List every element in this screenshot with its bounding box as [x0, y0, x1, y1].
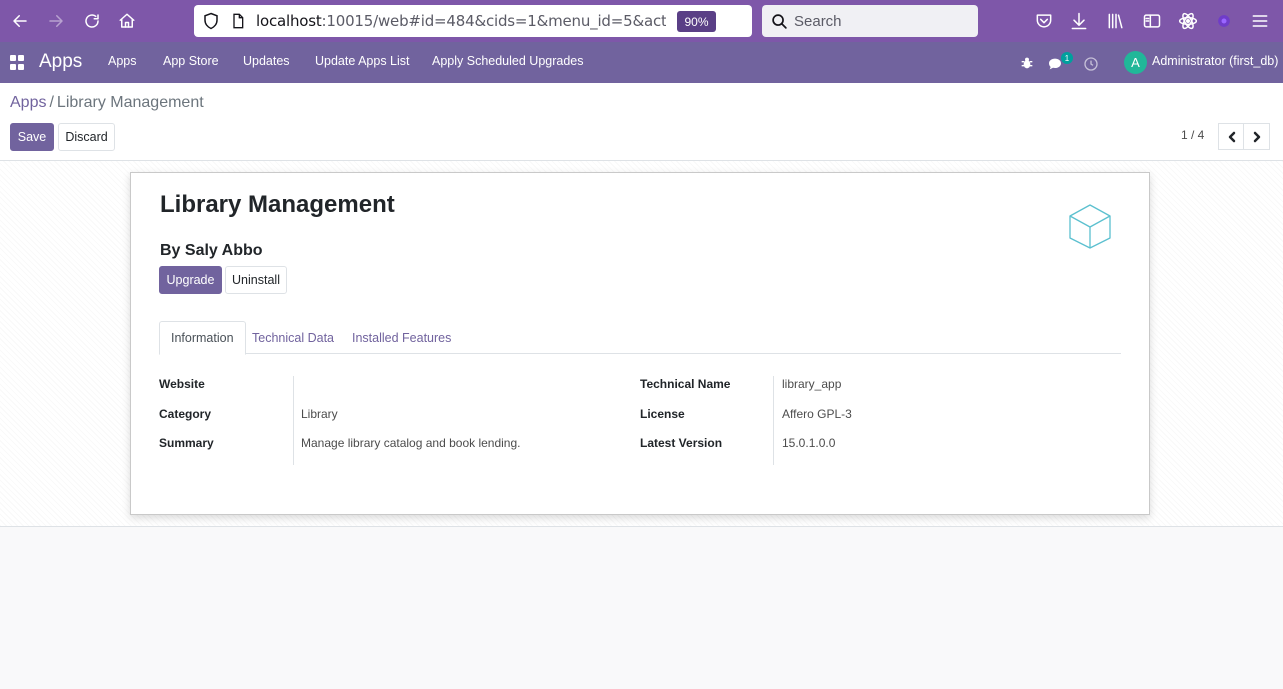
field-value-summary[interactable]: Manage library catalog and book lending. [301, 436, 520, 450]
home-icon[interactable] [115, 9, 139, 33]
control-panel: Apps / Library Management Save Discard 1 /… [0, 83, 1283, 161]
upgrade-button[interactable]: Upgrade [159, 266, 222, 294]
url-text[interactable]: localhost:10015/web#id=484&cids=1&menu_i… [256, 12, 666, 30]
field-label-license: License [640, 407, 685, 421]
field-label-website: Website [159, 377, 205, 391]
field-label-summary: Summary [159, 436, 214, 450]
tab-installed-features[interactable]: Installed Features [341, 321, 462, 354]
url-host: localhost [256, 12, 322, 30]
search-icon [772, 14, 787, 29]
breadcrumb-separator: / [49, 94, 54, 111]
menu-item-app-store[interactable]: App Store [163, 54, 219, 68]
bug-icon[interactable] [1019, 55, 1035, 71]
breadcrumb-apps-link[interactable]: Apps [10, 94, 46, 111]
zoom-level-badge[interactable]: 90% [677, 11, 716, 32]
module-cube-icon [1069, 204, 1111, 249]
forward-icon[interactable] [44, 9, 68, 33]
browser-toolbar: localhost:10015/web#id=484&cids=1&menu_i… [0, 0, 1283, 42]
activity-clock-icon[interactable] [1083, 56, 1099, 72]
left-group-divider [293, 376, 294, 465]
module-title: Library Management [160, 191, 395, 218]
field-label-technical-name: Technical Name [640, 377, 731, 391]
discard-button[interactable]: Discard [58, 123, 115, 151]
back-icon[interactable] [8, 9, 32, 33]
pocket-icon[interactable] [1034, 11, 1054, 31]
user-menu[interactable]: Administrator (first_db) [1152, 54, 1278, 68]
chevron-left-icon [1228, 131, 1235, 142]
reload-icon[interactable] [80, 9, 104, 33]
field-value-category[interactable]: Library [301, 407, 338, 421]
search-placeholder: Search [794, 13, 842, 30]
breadcrumb: Apps / Library Management [10, 94, 204, 112]
app-menu-grid-icon[interactable] [10, 55, 25, 70]
menu-item-update-apps-list[interactable]: Update Apps List [315, 54, 410, 68]
shield-icon[interactable] [202, 12, 220, 30]
form-sheet: Library Management By Saly Abbo Upgrade … [130, 172, 1150, 515]
field-label-category: Category [159, 407, 212, 421]
tab-information[interactable]: Information [159, 321, 246, 355]
odoo-navbar: Apps Apps App Store Updates Update Apps … [0, 42, 1283, 83]
breadcrumb-current: Library Management [56, 94, 204, 111]
pager-value[interactable]: 1 / 4 [1181, 128, 1204, 142]
field-label-latest-version: Latest Version [640, 436, 723, 450]
library-icon[interactable] [1106, 11, 1126, 31]
right-group-divider [773, 376, 774, 465]
field-value-license[interactable]: Affero GPL-3 [782, 407, 852, 421]
download-icon[interactable] [1069, 11, 1089, 31]
uninstall-button[interactable]: Uninstall [225, 266, 287, 294]
page-icon[interactable] [230, 13, 246, 29]
chevron-right-icon [1253, 131, 1260, 142]
extension-icon[interactable] [1214, 11, 1234, 31]
bookmark-star-icon[interactable] [726, 11, 746, 31]
menu-item-apply-scheduled-upgrades[interactable]: Apply Scheduled Upgrades [432, 54, 584, 68]
browser-search-box[interactable]: Search [762, 5, 978, 37]
hamburger-menu-icon[interactable] [1250, 11, 1270, 31]
menu-item-apps[interactable]: Apps [108, 54, 137, 68]
sidebar-icon[interactable] [1142, 11, 1162, 31]
react-devtools-icon[interactable] [1178, 11, 1198, 31]
module-author: By Saly Abbo [160, 242, 263, 259]
message-count-badge: 1 [1061, 52, 1073, 64]
notebook-tabs: Information Technical Data Installed Fea… [159, 321, 1121, 355]
url-bar[interactable]: localhost:10015/web#id=484&cids=1&menu_i… [194, 5, 752, 37]
pager-previous-button[interactable] [1218, 123, 1245, 150]
menu-item-updates[interactable]: Updates [243, 54, 290, 68]
save-button[interactable]: Save [10, 123, 54, 151]
field-value-technical-name[interactable]: library_app [782, 377, 841, 391]
avatar[interactable]: A [1124, 51, 1147, 74]
field-value-latest-version[interactable]: 15.0.1.0.0 [782, 436, 835, 450]
tab-technical-data[interactable]: Technical Data [241, 321, 345, 354]
pager-next-button[interactable] [1243, 123, 1270, 150]
brand-title[interactable]: Apps [39, 51, 82, 73]
url-path: :10015/web#id=484&cids=1&menu_id=5&actio… [321, 12, 666, 30]
